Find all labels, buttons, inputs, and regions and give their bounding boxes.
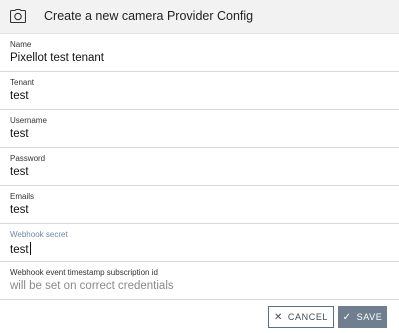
tenant-label: Tenant bbox=[10, 78, 35, 87]
dialog-actions: ✕ CANCEL ✓ SAVE bbox=[0, 300, 399, 333]
password-field[interactable]: Password test bbox=[0, 148, 399, 186]
webhook-secret-label: Webhook secret bbox=[10, 230, 68, 239]
emails-label: Emails bbox=[10, 192, 35, 201]
password-input[interactable]: test bbox=[10, 166, 29, 178]
password-label: Password bbox=[10, 154, 46, 163]
cancel-label: CANCEL bbox=[287, 312, 329, 322]
webhook-subscription-id-value: will be set on correct credentials bbox=[10, 280, 174, 292]
webhook-subscription-id-field: Webhook event timestamp subscription id … bbox=[0, 262, 399, 300]
username-label: Username bbox=[10, 116, 47, 125]
emails-field[interactable]: Emails test bbox=[0, 186, 399, 224]
name-input[interactable]: Pixellot test tenant bbox=[10, 52, 104, 64]
tenant-input[interactable]: test bbox=[10, 90, 29, 102]
name-label: Name bbox=[10, 40, 32, 49]
username-field[interactable]: Username test bbox=[0, 110, 399, 148]
webhook-secret-field[interactable]: Webhook secret test bbox=[0, 224, 399, 262]
username-input[interactable]: test bbox=[10, 128, 29, 140]
dialog-header: Create a new camera Provider Config bbox=[0, 0, 399, 34]
dialog-title: Create a new camera Provider Config bbox=[44, 9, 254, 23]
webhook-subscription-id-label: Webhook event timestamp subscription id bbox=[10, 268, 158, 277]
check-icon: ✓ bbox=[342, 311, 352, 323]
tenant-field[interactable]: Tenant test bbox=[0, 72, 399, 110]
webhook-secret-input[interactable]: test bbox=[10, 242, 31, 256]
save-button[interactable]: ✓ SAVE bbox=[338, 306, 387, 328]
name-field[interactable]: Name Pixellot test tenant bbox=[0, 34, 399, 72]
close-icon: ✕ bbox=[273, 311, 283, 323]
emails-input[interactable]: test bbox=[10, 204, 29, 216]
cancel-button[interactable]: ✕ CANCEL bbox=[268, 306, 334, 328]
save-label: SAVE bbox=[356, 312, 383, 322]
camera-icon bbox=[10, 9, 26, 23]
